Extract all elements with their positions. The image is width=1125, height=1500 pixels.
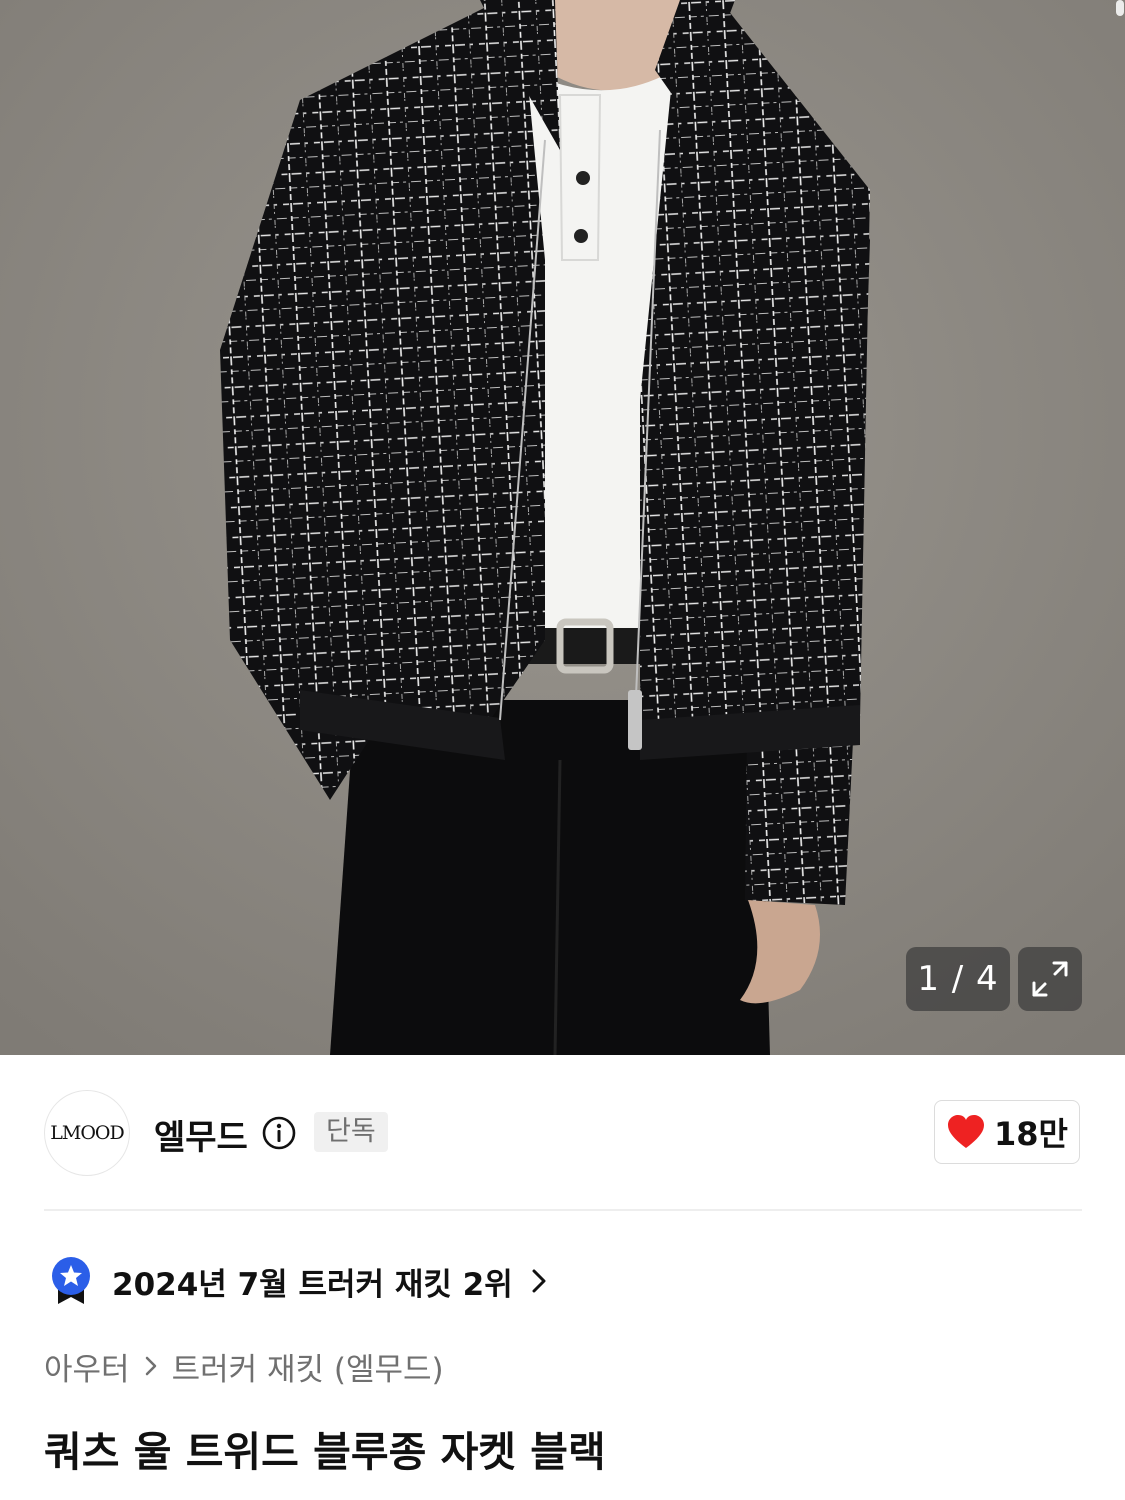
breadcrumb-item-outer[interactable]: 아우터 (44, 1344, 130, 1389)
ranking-link[interactable]: 2024년 7월 트러커 재킷 2위 (50, 1256, 547, 1306)
exclusive-badge: 단독 (314, 1112, 388, 1152)
like-count: 18만 (994, 1115, 1068, 1153)
product-image[interactable]: 1 / 4 (0, 0, 1125, 1055)
chevron-right-icon (532, 1269, 546, 1293)
product-title: 쿼츠 울 트위드 블루종 자켓 블랙 (44, 1428, 606, 1476)
ranking-badge-icon (52, 1257, 90, 1304)
breadcrumb-separator-icon (144, 1354, 158, 1378)
section-divider (44, 1209, 1082, 1211)
expand-image-button[interactable] (1018, 947, 1082, 1011)
breadcrumb: 아우터 트러커 재킷 (엘무드) (44, 1344, 444, 1388)
breadcrumb-item-trucker-jacket[interactable]: 트러커 재킷 (엘무드) (172, 1344, 444, 1389)
brand-name[interactable]: 엘무드 (154, 1110, 248, 1159)
product-photo (0, 0, 1125, 1055)
image-counter: 1 / 4 (906, 947, 1010, 1011)
brand-logo-text: LMOOD (50, 1122, 124, 1144)
brand-logo[interactable]: LMOOD (44, 1090, 130, 1176)
info-icon[interactable] (262, 1116, 296, 1150)
like-button[interactable]: 18만 (934, 1100, 1080, 1164)
scroll-indicator (1116, 0, 1124, 16)
brand-row: LMOOD 엘무드 단독 18만 (44, 1090, 1082, 1176)
expand-icon (1032, 961, 1068, 997)
heart-icon (948, 1115, 984, 1148)
ranking-text: 2024년 7월 트러커 재킷 2위 (112, 1266, 513, 1303)
